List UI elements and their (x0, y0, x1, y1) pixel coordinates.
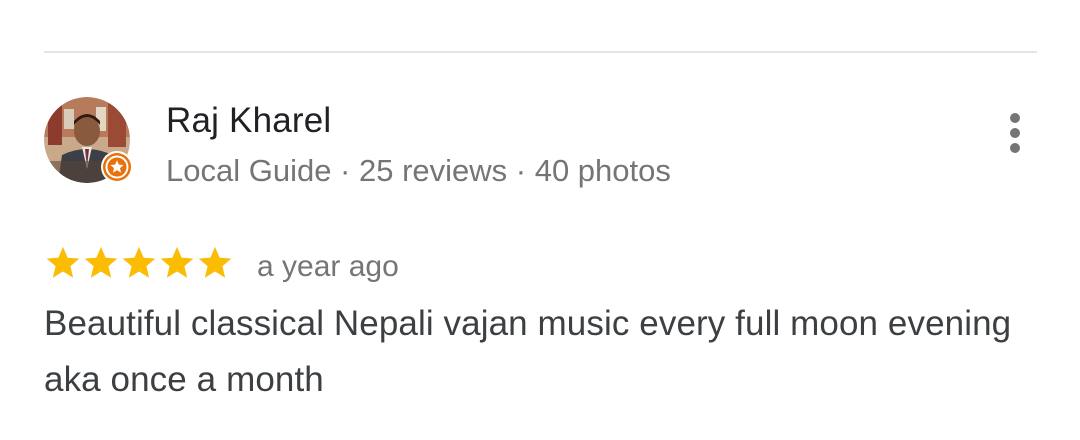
star-icon (160, 246, 194, 278)
review-text: Beautiful classical Nepali vajan music e… (44, 304, 1012, 399)
local-guide-badge-icon (101, 151, 133, 183)
review-time: a year ago (257, 250, 399, 283)
star-icon (46, 246, 80, 278)
reviewer-avatar[interactable] (44, 97, 133, 185)
star-icon (198, 246, 232, 278)
more-options-button[interactable] (994, 107, 1038, 159)
star-rating (44, 244, 234, 286)
section-divider (44, 51, 1037, 53)
reviewer-meta: Local Guide · 25 reviews · 40 photos (166, 153, 671, 188)
star-icon (122, 246, 156, 278)
more-vert-icon (1010, 113, 1020, 153)
reviewer-name[interactable]: Raj Kharel (166, 101, 331, 141)
star-icon (84, 246, 118, 278)
